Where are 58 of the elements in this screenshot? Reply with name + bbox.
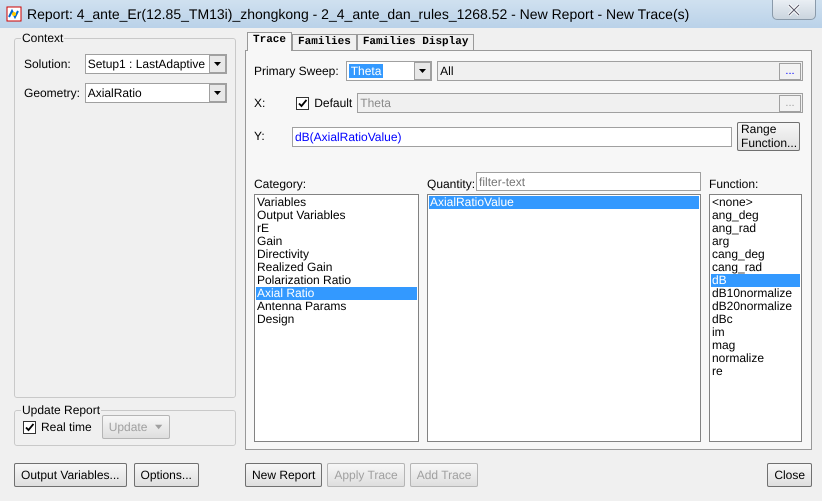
field-label: Primary Sweep: (254, 64, 339, 78)
field-label: Geometry: (24, 86, 82, 100)
tab[interactable]: Families Display (356, 34, 474, 50)
y-expression-field[interactable]: dB(AxialRatioValue) (292, 126, 732, 146)
checkbox[interactable] (23, 420, 36, 434)
list-item[interactable]: re (711, 365, 800, 378)
solution-dropdown[interactable]: Setup1 : LastAdaptive (84, 54, 227, 74)
window-title: Report: 4_ante_Er(12.85_TM13i)_zhongkong - 2_4_ante_dan_rules_1268.52 - New Report - New Trace(s) (27, 6, 690, 22)
action-button[interactable]: Options... (134, 463, 199, 487)
list-item[interactable]: Antenna Params (256, 300, 417, 313)
list-item[interactable]: rE (256, 222, 417, 235)
tab[interactable]: Trace (247, 32, 292, 51)
checkbox-label[interactable]: Default (314, 96, 352, 110)
list-item[interactable]: arg (711, 235, 800, 248)
range-function-button[interactable]: Range Function... (737, 122, 800, 151)
field-label: Solution: (24, 56, 72, 72)
caret-icon (155, 424, 163, 430)
field-label: X: (254, 96, 266, 110)
list-item[interactable]: Variables (256, 196, 417, 209)
list-item[interactable]: dB20normalize (711, 300, 800, 313)
action-button[interactable]: Output Variables... (14, 463, 126, 487)
list-item[interactable]: Output Variables (256, 209, 417, 222)
close-icon (787, 4, 801, 16)
group-title: Update Report (21, 404, 102, 416)
close-window-button[interactable] (772, 0, 816, 20)
list-item[interactable]: cang_deg (711, 248, 800, 261)
list-item[interactable]: ang_deg (711, 209, 800, 222)
field-label: Y: (254, 129, 266, 144)
caret-icon[interactable] (209, 55, 226, 73)
list-item[interactable]: ang_rad (711, 222, 800, 235)
list-item[interactable]: normalize (711, 352, 800, 365)
list-item[interactable]: Gain (256, 235, 417, 248)
action-button[interactable]: New Report (245, 463, 322, 487)
list-item[interactable]: Design (256, 313, 417, 326)
list-item[interactable]: dB10normalize (711, 287, 800, 300)
browse-button[interactable]: ... (779, 62, 801, 80)
list-item[interactable]: im (711, 326, 800, 339)
tab[interactable]: Families (292, 34, 357, 50)
list-label: Function: (709, 176, 758, 191)
list-item[interactable]: <none> (711, 196, 800, 209)
group-title: Context (21, 32, 64, 44)
app-icon (6, 6, 22, 22)
sweep-values-field[interactable]: All ... (437, 61, 803, 81)
list-item[interactable]: Realized Gain (256, 261, 417, 274)
filter-field[interactable]: filter-text (476, 172, 701, 191)
list-label: Category: (254, 176, 306, 191)
caret-icon[interactable] (414, 62, 432, 80)
geometry-dropdown[interactable]: AxialRatio (84, 83, 227, 103)
checkbox[interactable] (296, 96, 310, 110)
checkbox-label[interactable]: Real time (41, 420, 92, 434)
list-item[interactable]: cang_rad (711, 261, 800, 274)
caret-icon[interactable] (209, 84, 226, 102)
list-item[interactable]: mag (711, 339, 800, 352)
list-item[interactable]: dBc (711, 313, 800, 326)
action-button[interactable]: Close (767, 463, 812, 487)
list-item[interactable]: Directivity (256, 248, 417, 261)
list-item[interactable]: Polarization Ratio (256, 274, 417, 287)
list-label: Quantity: (427, 176, 476, 191)
